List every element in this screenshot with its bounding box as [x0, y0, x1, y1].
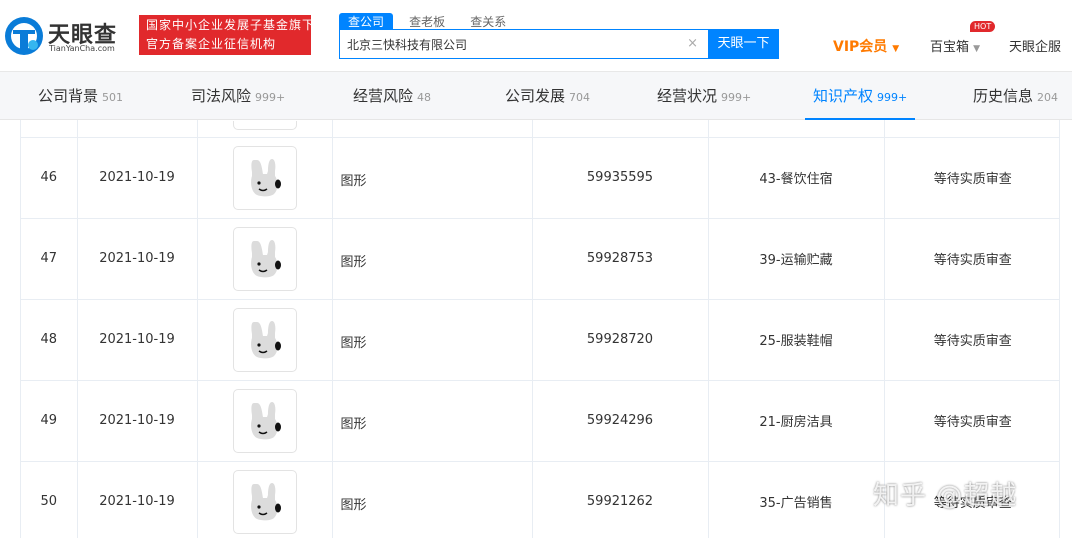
- row-index: 49: [21, 380, 78, 462]
- tab-count: 48: [417, 91, 432, 104]
- row-index: 48: [21, 299, 78, 381]
- trademark-thumbnail: [232, 120, 297, 130]
- tab-company-background[interactable]: 公司背景 501: [38, 72, 123, 120]
- tab-count: 204: [1037, 91, 1059, 104]
- registration-number: 59928720: [532, 299, 709, 381]
- table-row[interactable]: 48 2021-10-19 图形 59928720 25-服装鞋帽 等待实质审查: [21, 299, 1059, 381]
- international-class: 43-餐饮住宿: [708, 137, 885, 219]
- vip-menu[interactable]: VIP会员 ▼: [833, 36, 899, 56]
- rabbit-mascot-icon: [250, 482, 281, 520]
- search-box: ×: [339, 29, 708, 59]
- tab-label: 公司背景: [38, 87, 99, 105]
- trademark-status: 等待实质审查: [884, 380, 1059, 462]
- registration-number: 59921262: [532, 461, 709, 538]
- watermark: 知乎 @超越: [873, 481, 1018, 511]
- clear-icon[interactable]: ×: [687, 36, 698, 51]
- application-date: 2021-10-19: [77, 137, 198, 219]
- vip-label: VIP会员: [833, 39, 888, 55]
- registration-number: 59928753: [532, 218, 709, 300]
- trademark-thumbnail[interactable]: [232, 388, 297, 453]
- tab-label: 公司发展: [505, 87, 566, 105]
- trademark-thumbnail[interactable]: [232, 307, 297, 372]
- tab-operating-risk[interactable]: 经营风险 48: [353, 72, 431, 120]
- search-input[interactable]: [340, 30, 670, 58]
- tab-label: 司法风险: [191, 87, 252, 105]
- international-class: 35-广告销售: [708, 461, 885, 538]
- tab-count: 501: [102, 91, 124, 104]
- search-button[interactable]: 天眼一下: [708, 29, 779, 59]
- tab-count: 999+: [721, 91, 752, 104]
- banner-line-2: 官方备案企业征信机构: [146, 37, 277, 51]
- trademark-status: 等待实质审查: [884, 137, 1059, 219]
- tab-label: 经营风险: [353, 87, 414, 105]
- trademark-thumbnail[interactable]: [232, 226, 297, 291]
- chevron-down-icon: ▼: [973, 44, 981, 54]
- tab-count: 999+: [255, 91, 286, 104]
- trademark-name[interactable]: 图形: [332, 461, 533, 538]
- tab-legal-risk[interactable]: 司法风险 999+: [191, 72, 285, 120]
- top-bar: 天眼查 TianYanCha.com 国家中小企业发展子基金旗下 官方备案企业征…: [0, 0, 1072, 72]
- enterprise-service-link[interactable]: 天眼企服: [1009, 36, 1061, 55]
- tab-label: 经营状况: [657, 87, 718, 105]
- banner-line-1: 国家中小企业发展子基金旗下: [146, 18, 316, 32]
- row-index: 50: [21, 461, 78, 538]
- tab-label: 知识产权: [813, 87, 874, 105]
- application-date: 2021-10-19: [77, 461, 198, 538]
- trademark-status: 等待实质审查: [884, 299, 1059, 381]
- trademark-thumbnail[interactable]: [232, 469, 297, 534]
- rabbit-mascot-icon: [250, 320, 281, 358]
- application-date: 2021-10-19: [77, 380, 198, 462]
- hot-badge: HOT: [970, 21, 996, 32]
- chevron-down-icon: ▼: [892, 44, 900, 54]
- table-row[interactable]: 47 2021-10-19 图形 59928753 39-运输贮藏 等待实质审查: [21, 218, 1059, 300]
- tab-count: 999+: [877, 91, 908, 104]
- rabbit-mascot-icon: [250, 158, 281, 196]
- international-class: 21-厨房洁具: [708, 380, 885, 462]
- international-class: 25-服装鞋帽: [708, 299, 885, 381]
- table-row[interactable]: 49 2021-10-19 图形 59924296 21-厨房洁具 等待实质审查: [21, 380, 1059, 462]
- trademark-name[interactable]: 图形: [332, 380, 533, 462]
- baobox-label: 百宝箱: [930, 40, 970, 55]
- logo-domain: TianYanCha.com: [49, 44, 115, 53]
- rabbit-mascot-icon: [250, 401, 281, 439]
- section-tabs: 公司背景 501 司法风险 999+ 经营风险 48 公司发展 704 经营状况 999+…: [0, 72, 1072, 120]
- tab-label: 历史信息: [973, 87, 1034, 105]
- logo[interactable]: 天眼查 TianYanCha.com: [4, 14, 130, 58]
- tab-history[interactable]: 历史信息 204: [973, 72, 1058, 120]
- tab-count: 704: [569, 91, 591, 104]
- application-date: 2021-10-19: [77, 218, 198, 300]
- trademark-name[interactable]: 图形: [332, 218, 533, 300]
- row-index: 46: [21, 137, 78, 219]
- international-class: 39-运输贮藏: [708, 218, 885, 300]
- registration-number: 59935595: [532, 137, 709, 219]
- row-index: 47: [21, 218, 78, 300]
- table-row-partial: [21, 120, 1059, 138]
- trademark-thumbnail[interactable]: [232, 145, 297, 210]
- trademark-name[interactable]: 图形: [332, 299, 533, 381]
- application-date: 2021-10-19: [77, 299, 198, 381]
- registration-number: 59924296: [532, 380, 709, 462]
- trademark-name[interactable]: 图形: [332, 137, 533, 219]
- tianyancha-logo-icon: [5, 17, 43, 55]
- credential-banner: 国家中小企业发展子基金旗下 官方备案企业征信机构: [139, 15, 316, 55]
- baobox-menu[interactable]: 百宝箱 ▼: [930, 36, 980, 55]
- table-row[interactable]: 46 2021-10-19 图形 59935595 43-餐饮住宿 等待实质审查: [21, 137, 1059, 219]
- search-type-tabs: 查公司 查老板 查关系: [339, 11, 517, 32]
- trademark-status: 等待实质审查: [884, 218, 1059, 300]
- tab-intellectual-property[interactable]: 知识产权 999+: [804, 72, 916, 120]
- rabbit-mascot-icon: [250, 239, 281, 277]
- tab-operating-status[interactable]: 经营状况 999+: [657, 72, 751, 120]
- tab-company-development[interactable]: 公司发展 704: [505, 72, 590, 120]
